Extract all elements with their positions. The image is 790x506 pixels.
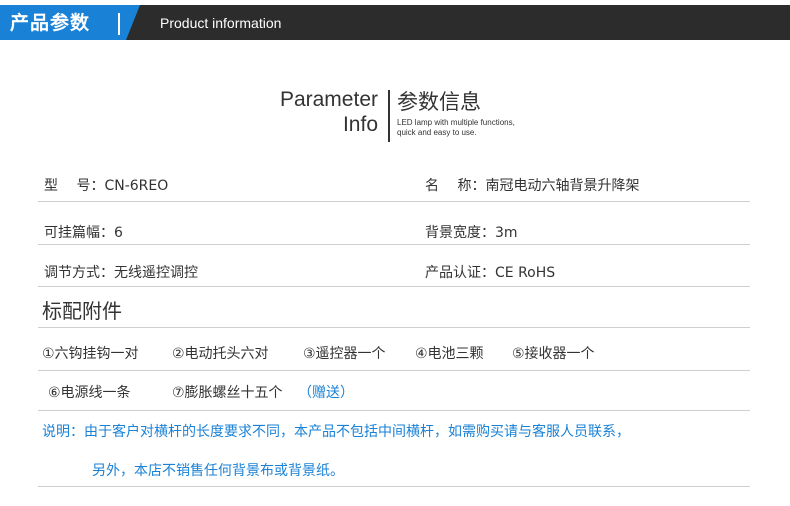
accessory-item: ③遥控器一个 bbox=[303, 346, 386, 362]
spec-width: 背景宽度：3m bbox=[425, 225, 518, 241]
intro-subtitle-line1: LED lamp with multiple functions, bbox=[397, 118, 515, 127]
spec-name: 名 称：南冠电动六轴背景升降架 bbox=[425, 178, 640, 194]
row-divider bbox=[38, 327, 750, 328]
spec-control: 调节方式：无线遥控调控 bbox=[44, 265, 198, 281]
intro-subtitle-line2: quick and easy to use. bbox=[397, 128, 477, 137]
section-header: 产品参数 Product information bbox=[0, 0, 790, 40]
intro-title-en-line1: Parameter bbox=[279, 88, 378, 111]
note-line2: 另外，本店不销售任何背景布或背景纸。 bbox=[92, 463, 344, 479]
accessory-item: ②电动托头六对 bbox=[172, 346, 269, 362]
spec-hangers: 可挂篇幅：6 bbox=[44, 225, 123, 241]
header-title-en: Product information bbox=[160, 15, 282, 31]
row-divider bbox=[38, 410, 750, 411]
accessories-title: 标配附件 bbox=[42, 299, 122, 323]
note-line1: 说明：由于客户对横杆的长度要求不同，本产品不包括中间横杆，如需购买请与客服人员联… bbox=[42, 424, 630, 440]
accessory-item: ①六钩挂钩一对 bbox=[42, 346, 139, 362]
header-title-cn: 产品参数 bbox=[10, 12, 91, 34]
row-divider bbox=[38, 370, 750, 371]
intro-title-en-line2: Info bbox=[342, 113, 378, 136]
spec-cert: 产品认证：CE RoHS bbox=[425, 265, 556, 281]
accessory-item: ⑤接收器一个 bbox=[512, 346, 595, 362]
row-divider bbox=[38, 201, 750, 202]
row-divider bbox=[38, 286, 750, 287]
accessory-item: ⑥电源线一条 bbox=[48, 385, 131, 401]
intro-title-cn: 参数信息 bbox=[397, 90, 481, 114]
row-divider bbox=[38, 244, 750, 245]
accessory-gift-label: （赠送） bbox=[298, 385, 354, 401]
spec-model: 型 号：CN-6REO bbox=[44, 178, 169, 194]
intro-title-divider bbox=[388, 90, 390, 142]
accessory-item: ④电池三颗 bbox=[415, 346, 484, 362]
accessory-item: ⑦膨胀螺丝十五个 bbox=[172, 385, 283, 401]
header-bar-mark bbox=[118, 13, 120, 35]
row-divider bbox=[38, 486, 750, 487]
